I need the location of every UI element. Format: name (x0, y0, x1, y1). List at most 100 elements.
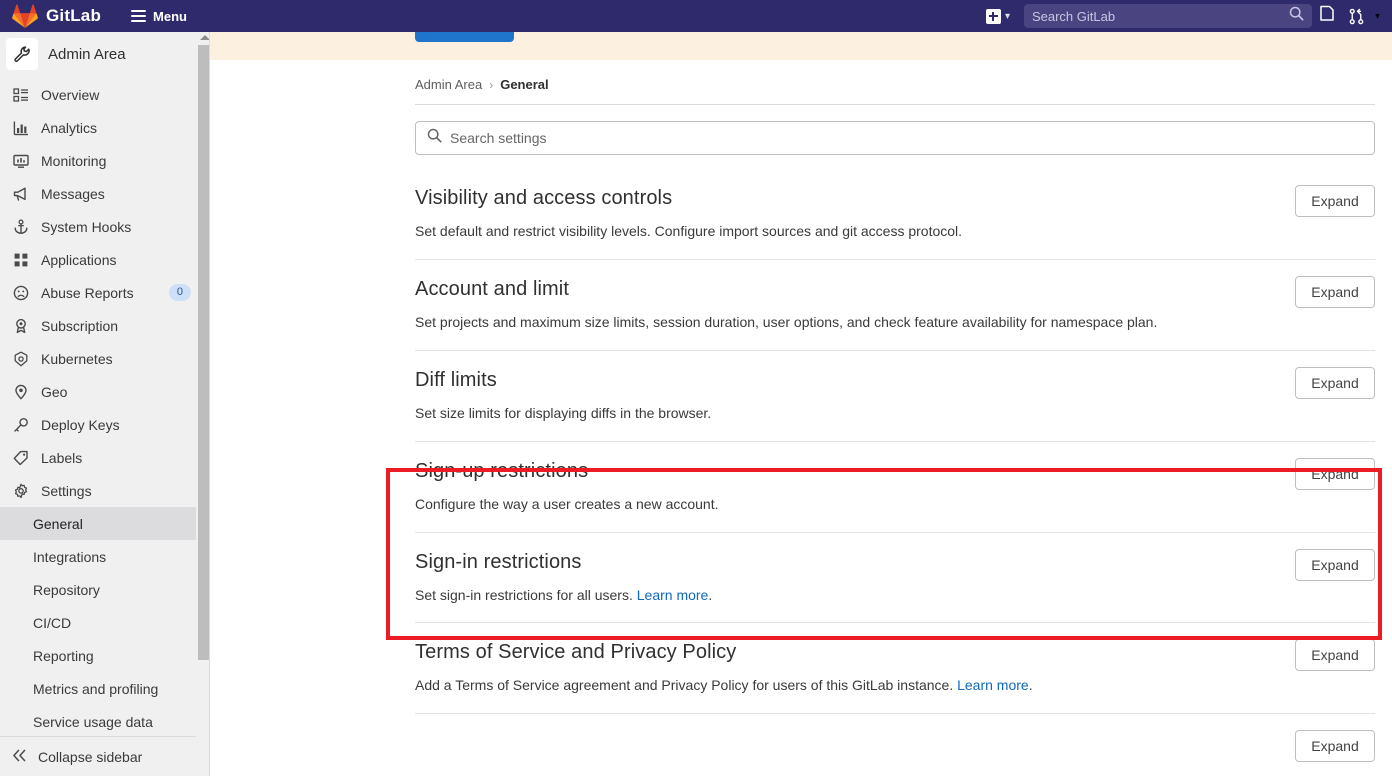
search-input[interactable]: Search GitLab (1023, 4, 1312, 28)
section-description-text: Add a Terms of Service agreement and Pri… (415, 677, 954, 694)
expand-button[interactable]: Expand (1295, 185, 1375, 217)
sidebar-item-subscription[interactable]: Subscription (0, 309, 209, 342)
banner-action-button[interactable] (415, 32, 514, 42)
sidebar-item-analytics[interactable]: Analytics (0, 111, 209, 144)
sidebar-item-label: Deploy Keys (41, 416, 120, 433)
overview-list-icon (12, 86, 29, 103)
section-description: Set sign-in restrictions for all users. … (415, 586, 1375, 605)
create-new-button[interactable]: ▾ (982, 7, 1014, 26)
label-tag-icon (12, 449, 29, 466)
section-title: Sign-up restrictions (415, 459, 589, 482)
top-navbar: GitLab Menu ▾ Search GitLab ▾ (0, 0, 1392, 32)
search-placeholder: Search GitLab (1031, 8, 1116, 24)
section-title: Account and limit (415, 277, 569, 300)
megaphone-icon (12, 185, 29, 202)
sidebar-header-label: Admin Area (48, 45, 126, 63)
sidebar-item-labels[interactable]: Labels (0, 441, 209, 474)
expand-button[interactable]: Expand (1295, 730, 1375, 763)
chart-bar-icon (12, 119, 29, 136)
expand-button[interactable]: Expand (1295, 548, 1375, 581)
sidebar-sub-label: Reporting (33, 647, 94, 664)
learn-more-link[interactable]: Learn more (637, 587, 709, 603)
merge-requests-button[interactable]: ▾ (1342, 0, 1384, 32)
sidebar-sub-label: CI/CD (33, 614, 72, 631)
breadcrumb-divider (415, 104, 1375, 105)
sidebar-item-repository[interactable]: Repository (0, 573, 209, 606)
top-banner (210, 32, 1392, 60)
section-description-suffix: . (1028, 677, 1033, 694)
sidebar-scroll-up-arrow-icon[interactable] (200, 35, 209, 40)
sidebar-item-kubernetes[interactable]: Kubernetes (0, 342, 209, 375)
todo-list-icon (1319, 5, 1335, 27)
todo-list-button[interactable] (1312, 0, 1342, 32)
gitlab-brand-text[interactable]: GitLab (46, 6, 101, 26)
sidebar-item-label: Messages (41, 185, 105, 202)
sidebar-header-admin-area[interactable]: Admin Area (0, 32, 209, 76)
sidebar-item-label: System Hooks (41, 218, 132, 235)
breadcrumb-admin-area[interactable]: Admin Area (415, 77, 482, 92)
sidebar-item-label: Kubernetes (41, 350, 113, 367)
section-terms-of-service-and-privacy-policy: Terms of Service and Privacy Policy Add … (415, 622, 1375, 713)
sidebar-item-overview[interactable]: Overview (0, 78, 209, 111)
sidebar-item-label: Settings (41, 482, 92, 499)
sidebar-item-geo[interactable]: Geo (0, 375, 209, 408)
section-description: Set default and restrict visibility leve… (415, 223, 963, 239)
section-title: Visibility and access controls (415, 187, 673, 209)
sidebar-item-integrations[interactable]: Integrations (0, 540, 209, 573)
section-description-suffix: . (708, 586, 713, 603)
sidebar-item-messages[interactable]: Messages (0, 177, 209, 210)
sidebar-item-cicd[interactable]: CI/CD (0, 606, 209, 639)
sidebar-nav-list: Overview Analytics Monitoring Messages S… (0, 76, 209, 738)
sidebar-item-monitoring[interactable]: Monitoring (0, 144, 209, 177)
collapse-sidebar-button[interactable]: Collapse sidebar (0, 736, 209, 776)
merge-request-icon (1342, 0, 1372, 32)
section-description: Set projects and maximum size limits, se… (415, 313, 1158, 330)
sidebar-item-metrics-and-profiling[interactable]: Metrics and profiling (0, 672, 209, 705)
grid-squares-icon (12, 251, 29, 268)
settings-sections: Visibility and access controls Set defau… (415, 155, 1375, 763)
expand-button[interactable]: Expand (1295, 366, 1375, 399)
monitor-icon (12, 152, 29, 169)
content-inner: Admin Area › General Search settings Vis… (210, 60, 1392, 763)
sidebar-item-applications[interactable]: Applications (0, 243, 209, 276)
search-settings-input[interactable]: Search settings (415, 121, 1375, 155)
sidebar-scrollbar-thumb[interactable] (198, 45, 209, 660)
section-title: Diff limits (415, 368, 497, 391)
section-visibility-and-access-controls: Visibility and access controls Set defau… (415, 169, 1375, 259)
gear-icon (12, 482, 29, 499)
license-badge-icon (12, 317, 29, 334)
section-description: Add a Terms of Service agreement and Pri… (415, 676, 1375, 695)
sidebar-sub-label: Repository (33, 581, 100, 598)
sidebar-item-label: Abuse Reports (41, 284, 134, 301)
sidebar-sub-label: Integrations (33, 548, 107, 565)
expand-button[interactable]: Expand (1295, 457, 1375, 490)
sidebar-item-abuse-reports[interactable]: Abuse Reports 0 (0, 276, 209, 309)
sidebar-item-label: Labels (41, 449, 83, 466)
expand-button[interactable]: Expand (1295, 639, 1375, 672)
sidebar-item-label: Applications (41, 251, 117, 268)
breadcrumb-current: General (500, 77, 549, 92)
wrench-icon (6, 38, 38, 70)
sidebar-item-settings[interactable]: Settings (0, 474, 209, 507)
expand-button[interactable]: Expand (1295, 275, 1375, 308)
menu-label: Menu (153, 8, 187, 24)
section-sign-in-restrictions: Sign-in restrictions Set sign-in restric… (415, 531, 1375, 623)
kubernetes-icon (12, 350, 29, 367)
sidebar-item-general[interactable]: General (0, 507, 209, 540)
gitlab-tanuki-icon[interactable] (12, 4, 38, 28)
key-icon (12, 416, 29, 433)
abuse-reports-count-badge: 0 (168, 284, 191, 301)
section-description-text: Set sign-in restrictions for all users. (415, 586, 633, 603)
main-content: Admin Area › General Search settings Vis… (210, 32, 1392, 776)
section-next-partial: Expand (415, 713, 1375, 763)
sidebar-item-reporting[interactable]: Reporting (0, 639, 209, 672)
section-title: Sign-in restrictions (415, 550, 582, 573)
sidebar-sub-label: Metrics and profiling (33, 680, 159, 697)
sidebar-item-system-hooks[interactable]: System Hooks (0, 210, 209, 243)
main-menu-button[interactable]: Menu (127, 6, 191, 27)
learn-more-link[interactable]: Learn more (957, 677, 1029, 693)
sidebar-item-service-usage-data[interactable]: Service usage data (0, 705, 209, 738)
sidebar-item-deploy-keys[interactable]: Deploy Keys (0, 408, 209, 441)
plus-square-icon (985, 8, 1001, 24)
section-sign-up-restrictions: Sign-up restrictions Configure the way a… (415, 440, 1375, 532)
